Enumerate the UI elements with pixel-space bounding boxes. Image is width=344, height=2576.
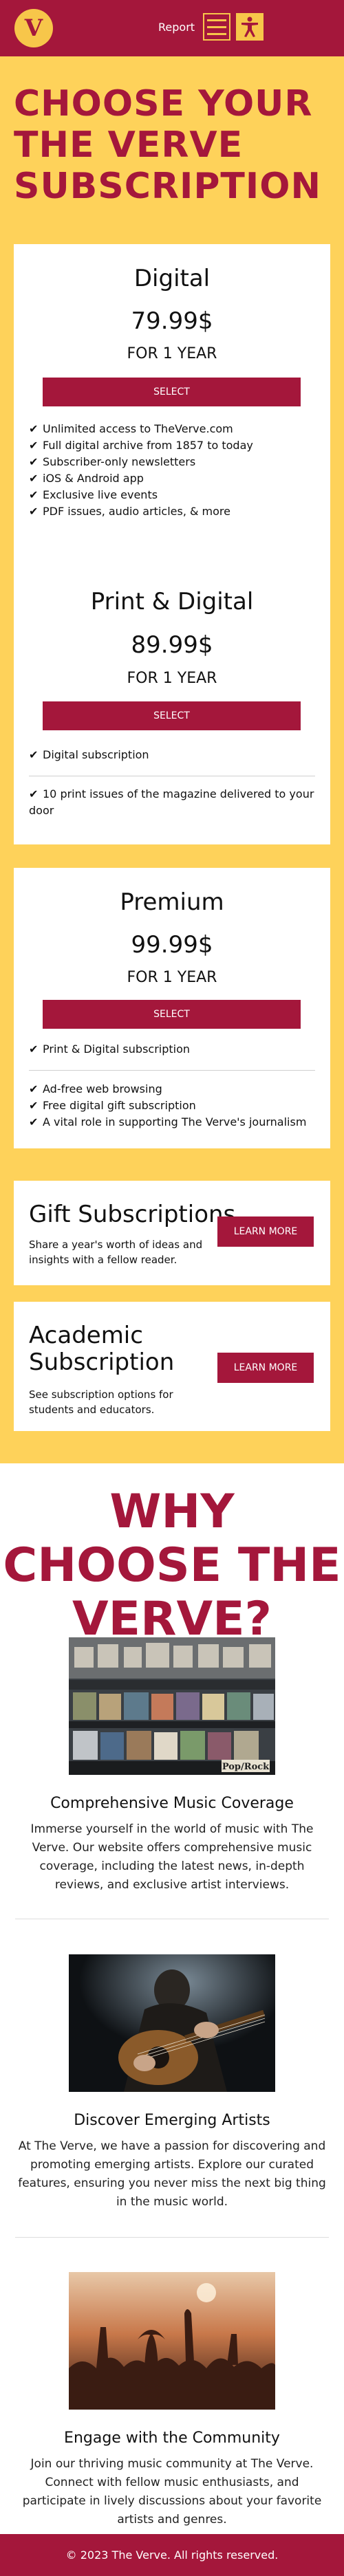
check-icon: ✔ [29, 505, 39, 518]
check-icon: ✔ [29, 1099, 39, 1112]
site-header: V Report [0, 0, 344, 56]
plan-price: 99.99$ [131, 931, 213, 959]
divider [15, 2237, 329, 2238]
pop-rock-sign: Pop/Rock [222, 1762, 270, 1772]
plan-name: Print & Digital [90, 588, 254, 615]
accessibility-icon[interactable] [236, 13, 264, 41]
check-icon: ✔ [29, 472, 39, 485]
academic-title: Academic Subscription [29, 1322, 175, 1377]
check-icon: ✔ [29, 748, 39, 761]
record-store-image: Pop/Rock [69, 1637, 275, 1775]
select-digital-button[interactable]: SELECT [43, 378, 301, 406]
list-item: ✔ iOS & Android app [29, 470, 315, 487]
list-item: ✔ PDF issues, audio articles, & more [29, 503, 315, 520]
plan-card-digital: Digital 79.99$ FOR 1 YEAR SELECT ✔ Unlimi… [14, 244, 330, 585]
feature-title: Engage with the Community [64, 2430, 280, 2447]
why-title: WHY CHOOSE THE VERVE? [3, 1485, 341, 1647]
copyright-text: © 2023 The Verve. All rights reserved. [65, 2548, 279, 2562]
feature-list: ✔ Unlimited access to TheVerve.com ✔ Full … [29, 421, 315, 520]
plan-card-print-digital: Print & Digital 89.99$ FOR 1 YEAR SELECT… [14, 571, 330, 844]
list-item: ✔ A vital role in supporting The Verve's … [29, 1114, 315, 1131]
feature-description: Join our thriving music community at The… [22, 2457, 322, 2526]
gift-subscription-card: Gift Subscriptions Share a year's worth … [14, 1181, 330, 1285]
guitarist-image [69, 1954, 275, 2092]
plan-name: Premium [120, 888, 224, 916]
site-logo[interactable]: V [14, 9, 53, 47]
list-item: ✔ Full digital archive from 1857 to today [29, 437, 315, 454]
select-premium-button[interactable]: SELECT [43, 1000, 301, 1029]
plan-price: 79.99$ [131, 307, 213, 335]
check-icon: ✔ [29, 1115, 39, 1128]
list-item: ✔ Exclusive live events [29, 487, 315, 503]
site-footer: © 2023 The Verve. All rights reserved. [0, 2534, 344, 2576]
plan-term: FOR 1 YEAR [127, 969, 217, 986]
list-item: ✔ Print & Digital subscription [29, 1041, 315, 1058]
gift-title: Gift Subscriptions [29, 1201, 236, 1228]
check-icon: ✔ [29, 1043, 39, 1056]
gift-learn-more-button[interactable]: LEARN MORE [217, 1216, 314, 1247]
plan-name: Digital [133, 265, 211, 292]
list-item: ✔ Subscriber-only newsletters [29, 454, 315, 470]
check-icon: ✔ [29, 439, 39, 452]
list-item: ✔ Unlimited access to TheVerve.com [29, 421, 315, 437]
report-link[interactable]: Report [158, 21, 195, 34]
list-item: ✔ 10 print issues of the magazine deliver… [29, 787, 314, 817]
feature-title: Discover Emerging Artists [74, 2112, 270, 2129]
hamburger-icon[interactable] [203, 13, 230, 41]
list-item: ✔ Ad-free web browsing [29, 1081, 315, 1098]
subscription-section: CHOOSE YOUR THE VERVE SUBSCRIPTION Digit… [0, 56, 344, 1463]
plan-term: FOR 1 YEAR [127, 670, 217, 687]
page-title: CHOOSE YOUR THE VERVE SUBSCRIPTION [14, 83, 321, 207]
check-icon: ✔ [29, 455, 39, 468]
check-icon: ✔ [29, 787, 39, 800]
select-print-digital-button[interactable]: SELECT [43, 701, 301, 730]
academic-description: See subscription options for students an… [29, 1388, 173, 1416]
feature-title: Comprehensive Music Coverage [50, 1795, 294, 1812]
list-item: ✔ Free digital gift subscription [29, 1098, 315, 1114]
plan-card-premium: Premium 99.99$ FOR 1 YEAR SELECT ✔ Print … [14, 868, 330, 1148]
plan-price: 89.99$ [131, 631, 213, 659]
check-icon: ✔ [29, 422, 39, 435]
divider [29, 1070, 315, 1071]
feature-description: Immerse yourself in the world of music w… [30, 1822, 314, 1892]
feature-description: At The Verve, we have a passion for disc… [18, 2139, 326, 2209]
list-item: ✔ Digital subscription [29, 747, 315, 763]
gift-description: Share a year's worth of ideas and insigh… [29, 1238, 203, 1266]
academic-subscription-card: Academic Subscription See subscription o… [14, 1302, 330, 1431]
concert-crowd-image [69, 2272, 275, 2410]
check-icon: ✔ [29, 1082, 39, 1095]
check-icon: ✔ [29, 488, 39, 501]
feature-list: ✔ Ad-free web browsing ✔ Free digital gift… [29, 1081, 315, 1131]
logo-letter: V [24, 14, 43, 42]
plan-term: FOR 1 YEAR [127, 345, 217, 362]
academic-learn-more-button[interactable]: LEARN MORE [217, 1353, 314, 1383]
